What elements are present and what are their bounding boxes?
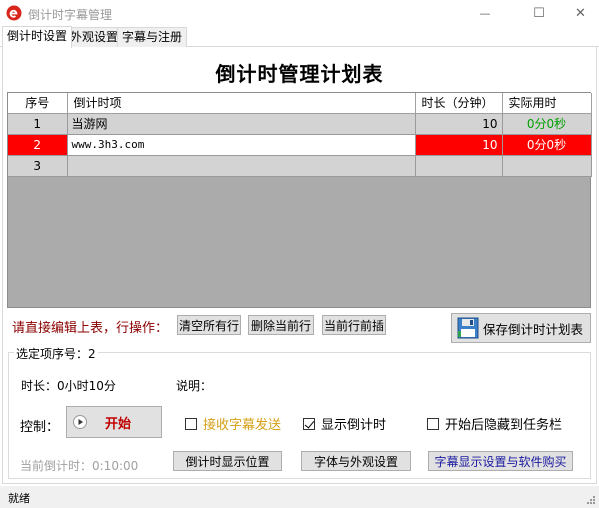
note-label: 说明： — [176, 379, 213, 393]
status-bar: 就绪 — [0, 486, 599, 508]
table-row-selected[interactable]: 2 www.3h3.com 10 0分0秒 — [8, 134, 592, 156]
duration-label: 时长：0小时10分 — [21, 379, 116, 393]
resize-grip-icon[interactable] — [586, 495, 596, 505]
duration-cell[interactable] — [415, 155, 503, 177]
app-logo-icon — [6, 5, 22, 21]
receive-subtitle-checkbox[interactable]: 接收字幕发送 — [185, 414, 281, 433]
hide-taskbar-label: 开始后隐藏到任务栏 — [445, 418, 563, 433]
selected-index-label: 选定项序号：2 — [14, 345, 98, 362]
clear-all-rows-button[interactable]: 清空所有行 — [177, 315, 241, 335]
actual-time-cell[interactable]: 0分0秒 — [502, 134, 592, 156]
control-label: 控制： — [20, 420, 60, 435]
play-icon — [73, 415, 87, 429]
minimize-icon: — — [479, 6, 491, 20]
tab-subtitle-register[interactable]: 字幕与注册 — [117, 27, 188, 47]
edit-prompt-label: 请直接编辑上表，行操作： — [12, 321, 169, 336]
subtitle-purchase-button[interactable]: 字幕显示设置与软件购买 — [428, 451, 573, 471]
column-header-actual[interactable]: 实际用时 — [502, 93, 592, 114]
column-header-index[interactable]: 序号 — [8, 93, 68, 114]
maximize-button[interactable]: ☐ — [516, 0, 562, 26]
current-countdown-label: 当前倒计时：0:10:00 — [20, 459, 139, 473]
hide-taskbar-checkbox[interactable]: 开始后隐藏到任务栏 — [427, 414, 562, 433]
minimize-button[interactable]: — — [462, 0, 508, 26]
title-bar: 倒计时字幕管理 — ☐ ✕ — [0, 0, 599, 26]
tab-countdown-settings[interactable]: 倒计时设置 — [2, 26, 73, 48]
item-cell[interactable] — [67, 155, 416, 177]
show-countdown-checkbox[interactable]: 显示倒计时 — [303, 414, 386, 433]
row-index-cell[interactable]: 2 — [8, 134, 68, 156]
item-cell[interactable]: 当游网 — [67, 113, 416, 135]
duration-cell[interactable]: 10 — [415, 134, 503, 156]
page-title: 倒计时管理计划表 — [215, 62, 384, 86]
start-label: 开始 — [105, 415, 132, 431]
checkbox-checked-icon — [303, 417, 315, 430]
tab-strip: 倒计时设置 外观设置 字幕与注册 — [0, 26, 599, 48]
insert-row-button[interactable]: 当前行前插 — [322, 315, 386, 335]
checkbox-icon — [185, 417, 197, 430]
status-text: 就绪 — [8, 492, 30, 505]
save-plan-label: 保存倒计时计划表 — [483, 322, 584, 337]
duration-cell[interactable]: 10 — [415, 113, 503, 135]
delete-row-button[interactable]: 删除当前行 — [248, 315, 314, 335]
display-position-button[interactable]: 倒计时显示位置 — [173, 451, 282, 471]
save-floppy-icon — [457, 317, 479, 339]
table-header-row: 序号 倒计时项 时长（分钟） 实际用时 — [8, 93, 592, 114]
save-plan-button[interactable]: 保存倒计时计划表 — [451, 313, 591, 343]
actual-time-cell[interactable]: 0分0秒 — [502, 113, 592, 135]
item-cell[interactable]: www.3h3.com — [67, 134, 416, 156]
row-index-cell[interactable]: 3 — [8, 155, 68, 177]
column-header-duration[interactable]: 时长（分钟） — [415, 93, 503, 114]
checkbox-icon — [427, 417, 439, 430]
start-button[interactable]: 开始 — [66, 406, 162, 438]
close-button[interactable]: ✕ — [562, 0, 599, 26]
window-title: 倒计时字幕管理 — [28, 8, 113, 22]
receive-subtitle-label: 接收字幕发送 — [203, 418, 282, 433]
table-row[interactable]: 1 当游网 10 0分0秒 — [8, 113, 592, 135]
row-index-cell[interactable]: 1 — [8, 113, 68, 135]
font-appearance-button[interactable]: 字体与外观设置 — [301, 451, 411, 471]
table-row-new[interactable]: 3 — [8, 155, 592, 177]
plan-table[interactable]: 序号 倒计时项 时长（分钟） 实际用时 1 当游网 10 0分0秒 2 www.… — [7, 92, 592, 308]
tab-appearance-settings[interactable]: 外观设置 — [65, 27, 124, 47]
column-header-item[interactable]: 倒计时项 — [67, 93, 416, 114]
actual-time-cell[interactable] — [502, 155, 592, 177]
show-countdown-label: 显示倒计时 — [321, 418, 387, 433]
maximize-icon: ☐ — [533, 5, 545, 21]
close-icon: ✕ — [575, 5, 586, 21]
